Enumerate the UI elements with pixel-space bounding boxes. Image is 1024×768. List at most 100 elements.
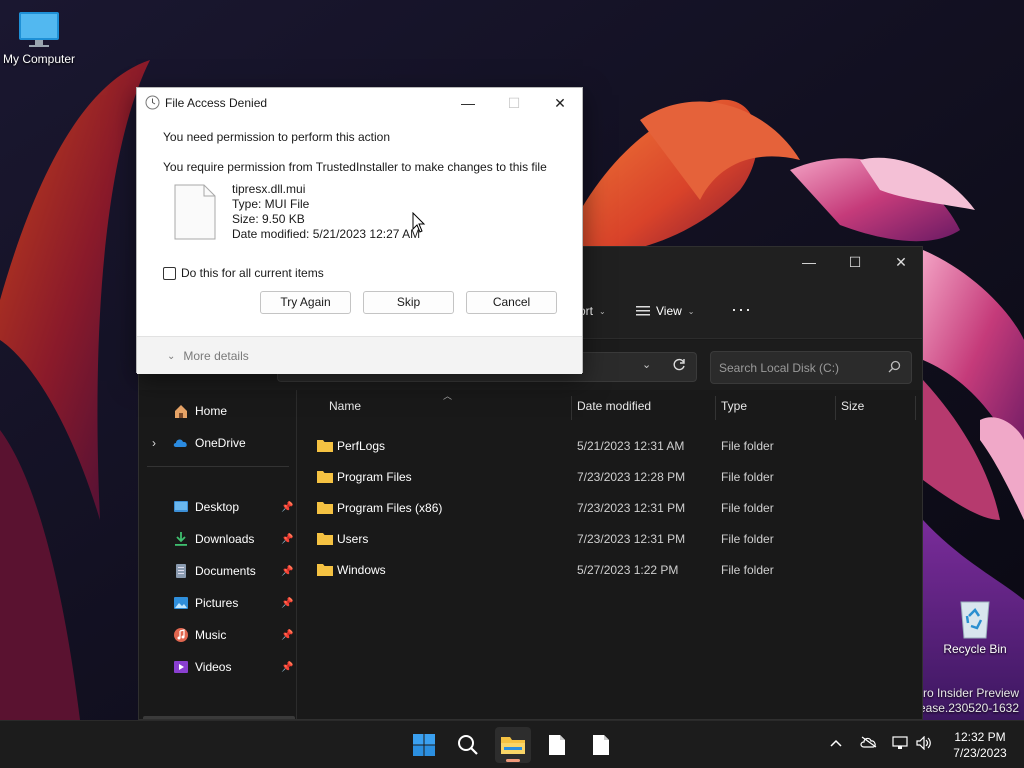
file-date: 7/23/2023 12:31 PM: [577, 501, 686, 515]
close-icon: ✕: [554, 94, 566, 111]
watermark-line-2: lease.230520-1632: [916, 701, 1019, 715]
nav-label: Pictures: [195, 596, 239, 610]
document-icon: [593, 735, 609, 755]
nav-item-home[interactable]: Home: [139, 397, 297, 425]
nav-item-downloads[interactable]: Downloads 📌: [139, 525, 297, 553]
nav-item-desktop[interactable]: Desktop 📌: [139, 493, 297, 521]
my-computer-label: My Computer: [2, 52, 76, 66]
search-icon: [888, 360, 901, 373]
network-icon: [892, 736, 908, 749]
maximize-icon: ☐: [848, 253, 862, 270]
taskbar-document-button[interactable]: [583, 727, 619, 763]
home-icon: [175, 405, 187, 418]
try-again-button[interactable]: Try Again: [260, 291, 351, 314]
nav-item-documents[interactable]: Documents 📌: [139, 557, 297, 585]
pin-icon: 📌: [281, 661, 294, 673]
file-date: 7/23/2023 12:28 PM: [577, 470, 686, 484]
onedrive-tray-button[interactable]: [860, 736, 878, 751]
nav-item-onedrive[interactable]: › OneDrive: [139, 429, 297, 457]
view-label: View: [656, 304, 682, 318]
column-divider[interactable]: [571, 396, 572, 420]
document-icon: [176, 564, 186, 578]
nav-item-pictures[interactable]: Pictures 📌: [139, 589, 297, 617]
recycle-bin-desktop-icon[interactable]: Recycle Bin: [933, 596, 1017, 656]
skip-button[interactable]: Skip: [363, 291, 454, 314]
search-placeholder: Search Local Disk (C:): [719, 361, 840, 375]
search-icon: [458, 735, 478, 755]
folder-icon: [317, 471, 333, 483]
file-row[interactable]: PerfLogs 5/21/2023 12:31 AM File folder: [297, 431, 922, 462]
search-input[interactable]: Search Local Disk (C:): [710, 351, 912, 384]
folder-icon: [317, 502, 333, 514]
volume-tray-button[interactable]: [916, 735, 932, 753]
dialog-minimize-button[interactable]: —: [445, 88, 491, 118]
file-row[interactable]: Program Files 7/23/2023 12:28 PM File fo…: [297, 462, 922, 493]
chevron-down-icon: ⌄: [642, 359, 652, 371]
network-tray-button[interactable]: [892, 736, 908, 753]
refresh-button[interactable]: [672, 358, 686, 375]
nav-label: Music: [195, 628, 227, 642]
sort-button[interactable]: ort ⌄: [579, 304, 606, 318]
file-row[interactable]: Users 7/23/2023 12:31 PM File folder: [297, 524, 922, 555]
file-date: 5/27/2023 1:22 PM: [577, 563, 679, 577]
minimize-icon: —: [461, 95, 475, 111]
column-header-size[interactable]: Size: [841, 399, 864, 413]
column-divider[interactable]: [835, 396, 836, 420]
apply-to-all-checkbox[interactable]: Do this for all current items: [163, 266, 324, 280]
show-hidden-icons-button[interactable]: [830, 736, 842, 751]
file-name: PerfLogs: [337, 439, 386, 453]
dialog-maximize-button: ☐: [491, 88, 537, 118]
file-row[interactable]: Program Files (x86) 7/23/2023 12:31 PM F…: [297, 493, 922, 524]
start-button[interactable]: [406, 727, 442, 763]
dialog-message: You require permission from TrustedInsta…: [163, 160, 547, 174]
file-name: Program Files: [337, 470, 412, 484]
checkbox-box[interactable]: [163, 266, 176, 280]
document-icon: [549, 735, 565, 755]
nav-item-videos[interactable]: Videos 📌: [139, 653, 297, 681]
file-date: 7/23/2023 12:31 PM: [577, 532, 686, 546]
see-more-button[interactable]: ···: [731, 299, 752, 320]
cancel-button[interactable]: Cancel: [466, 291, 557, 314]
chevron-down-icon: ⌄: [687, 306, 695, 316]
windows-logo-icon: [413, 734, 435, 756]
folder-icon: [317, 533, 333, 545]
active-indicator: [506, 759, 520, 762]
speaker-icon: [916, 735, 931, 751]
file-type: File folder: [721, 563, 774, 577]
nav-label: OneDrive: [195, 436, 246, 450]
column-header-name[interactable]: Name: [329, 399, 361, 413]
more-options-icon: ···: [731, 299, 752, 319]
pictures-icon: [174, 597, 188, 609]
recycle-bin-icon: [960, 601, 990, 639]
column-header-date[interactable]: Date modified: [577, 399, 651, 413]
taskbar-document-button[interactable]: [539, 727, 575, 763]
column-divider[interactable]: [715, 396, 716, 420]
column-header-type[interactable]: Type: [721, 399, 747, 413]
file-thumbnail-icon: [174, 184, 216, 240]
chevron-up-icon: [830, 739, 842, 747]
file-type: Type: MUI File: [232, 197, 310, 211]
taskbar-search-button[interactable]: [450, 727, 486, 763]
my-computer-desktop-icon[interactable]: My Computer: [0, 10, 81, 66]
more-details-toggle[interactable]: ⌄ More details: [167, 349, 249, 363]
clock-date: 7/23/2023: [953, 746, 1007, 760]
pin-icon: 📌: [281, 565, 294, 577]
nav-item-music[interactable]: Music 📌: [139, 621, 297, 649]
sort-ascending-icon: ︿: [443, 391, 453, 401]
maximize-button[interactable]: ☐: [832, 247, 878, 277]
dialog-heading: You need permission to perform this acti…: [163, 130, 391, 144]
view-button[interactable]: View ⌄: [636, 304, 695, 318]
file-row[interactable]: Windows 5/27/2023 1:22 PM File folder: [297, 555, 922, 586]
nav-label: Documents: [195, 564, 256, 578]
expand-chevron-icon: ›: [152, 436, 156, 450]
close-button[interactable]: ✕: [878, 247, 922, 277]
refresh-icon: [673, 358, 685, 371]
clock-button[interactable]: 12:32 PM 7/23/2023: [946, 729, 1014, 761]
nav-label: Home: [195, 404, 228, 418]
taskbar-file-explorer-button[interactable]: [495, 727, 531, 763]
minimize-button[interactable]: —: [786, 247, 832, 277]
column-divider[interactable]: [915, 396, 916, 420]
dialog-close-button[interactable]: ✕: [537, 88, 583, 118]
pin-icon: 📌: [281, 501, 294, 513]
pin-icon: 📌: [281, 597, 294, 609]
